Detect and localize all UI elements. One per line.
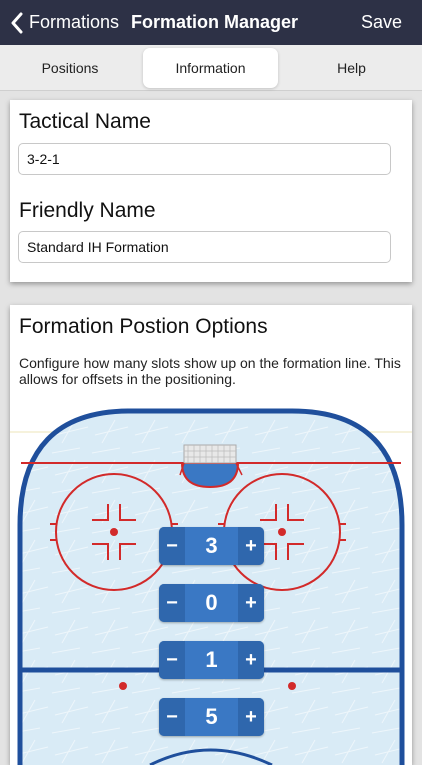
friendly-name-input[interactable] [18, 231, 391, 263]
slot-stepper: − 5 + [159, 698, 264, 736]
decrement-button[interactable]: − [159, 584, 185, 622]
tab-positions[interactable]: Positions [0, 48, 140, 88]
tactical-name-input[interactable] [18, 143, 391, 175]
save-button[interactable]: Save [361, 0, 402, 45]
friendly-name-label: Friendly Name [19, 199, 156, 222]
increment-button[interactable]: + [238, 698, 264, 736]
page-title: Formation Manager [131, 12, 299, 32]
increment-button[interactable]: + [238, 527, 264, 565]
tactical-name-label: Tactical Name [19, 110, 151, 133]
increment-button[interactable]: + [238, 641, 264, 679]
navigation-bar: Formations Formation Manager Save [0, 0, 422, 45]
slot-count: 1 [205, 647, 218, 672]
slot-count: 0 [205, 590, 218, 615]
slot-count: 5 [205, 704, 218, 729]
back-label: Formations [29, 12, 120, 32]
segmented-tabs: Positions Information Help [0, 45, 422, 91]
names-card: Tactical Name Friendly Name [10, 100, 412, 282]
formation-options-card: Formation Postion Options Configure how … [10, 305, 412, 765]
chevron-left-icon [11, 12, 23, 33]
back-button[interactable]: Formations [10, 0, 119, 45]
decrement-button[interactable]: − [159, 698, 185, 736]
tab-help[interactable]: Help [281, 48, 422, 88]
slot-stepper: − 1 + [159, 641, 264, 679]
slot-count: 3 [205, 533, 218, 558]
slot-stepper: − 0 + [159, 584, 264, 622]
formation-options-description: Configure how many slots show up on the … [19, 355, 401, 387]
tab-information[interactable]: Information [143, 48, 278, 88]
decrement-button[interactable]: − [159, 641, 185, 679]
increment-button[interactable]: + [238, 584, 264, 622]
slot-stepper: − 3 + [159, 527, 264, 565]
decrement-button[interactable]: − [159, 527, 185, 565]
formation-options-title: Formation Postion Options [19, 315, 268, 338]
